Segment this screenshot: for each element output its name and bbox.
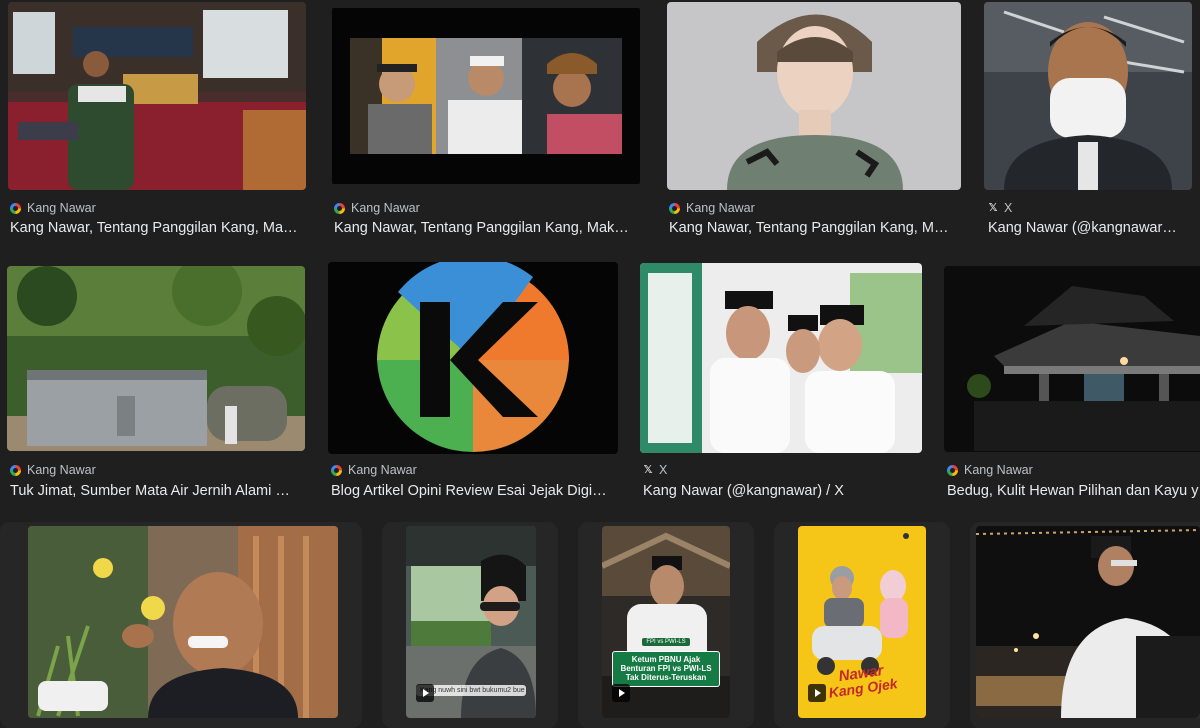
result-card-13[interactable] <box>970 522 1200 728</box>
result-card-7[interactable]: 𝕏 X Kang Nawar (@kangnawar) / X <box>636 260 928 510</box>
play-icon[interactable] <box>612 684 630 702</box>
result-card-3[interactable]: Kang Nawar Kang Nawar, Tentang Panggilan… <box>664 0 968 250</box>
result-image-3[interactable] <box>667 2 961 190</box>
result-title-3[interactable]: Kang Nawar, Tentang Panggilan Kang, M… <box>669 220 959 236</box>
result-image-9[interactable] <box>28 526 338 718</box>
result-image-12[interactable]: Nawar Kang Ojek <box>798 526 926 718</box>
result-source-5[interactable]: Kang Nawar <box>10 463 96 477</box>
result-title-8[interactable]: Bedug, Kulit Hewan Pilihan dan Kayu y <box>947 483 1200 499</box>
result-card-1[interactable]: Kang Nawar Kang Nawar, Tentang Panggilan… <box>0 0 310 250</box>
result-image-4[interactable] <box>984 2 1192 190</box>
result-title-5[interactable]: Tuk Jimat, Sumber Mata Air Jernih Alami … <box>10 483 306 499</box>
play-icon[interactable] <box>416 684 434 702</box>
result-image-7[interactable] <box>640 263 922 453</box>
play-icon[interactable] <box>808 684 826 702</box>
source-name: Kang Nawar <box>348 463 417 477</box>
result-card-9[interactable] <box>0 522 362 728</box>
result-source-4[interactable]: 𝕏 X <box>988 201 1013 215</box>
result-image-8[interactable] <box>944 266 1200 452</box>
google-icon <box>331 464 342 476</box>
google-icon <box>10 464 21 476</box>
source-name: X <box>1004 201 1013 215</box>
x-logo-icon: 𝕏 <box>988 201 998 214</box>
result-image-13[interactable] <box>976 526 1200 718</box>
result-card-10[interactable]: Kang nuwh sini bwt bukumu2 bue yt <box>382 522 558 728</box>
x-logo-icon: 𝕏 <box>643 463 653 476</box>
result-source-1[interactable]: Kang Nawar <box>10 201 96 215</box>
google-icon <box>947 464 958 476</box>
google-icon <box>669 202 680 214</box>
result-card-8[interactable]: Kang Nawar Bedug, Kulit Hewan Pilihan da… <box>940 260 1200 510</box>
result-title-2[interactable]: Kang Nawar, Tentang Panggilan Kang, Mak… <box>334 220 642 236</box>
google-icon <box>10 202 21 214</box>
news-overlay: FPI vs PWI-LS Ketum PBNU Ajak Benturan F… <box>612 630 720 687</box>
result-card-2[interactable]: Kang Nawar Kang Nawar, Tentang Panggilan… <box>326 0 646 250</box>
result-source-8[interactable]: Kang Nawar <box>947 463 1033 477</box>
result-image-6[interactable] <box>328 262 618 454</box>
result-card-11[interactable]: FPI vs PWI-LS Ketum PBNU Ajak Benturan F… <box>578 522 754 728</box>
result-source-6[interactable]: Kang Nawar <box>331 463 417 477</box>
source-name: Kang Nawar <box>964 463 1033 477</box>
result-title-7[interactable]: Kang Nawar (@kangnawar) / X <box>643 483 923 499</box>
result-card-6[interactable]: Kang Nawar Blog Artikel Opini Review Esa… <box>324 260 624 510</box>
result-image-1[interactable] <box>8 2 306 190</box>
result-card-12[interactable]: Nawar Kang Ojek <box>774 522 950 728</box>
result-card-5[interactable]: Kang Nawar Tuk Jimat, Sumber Mata Air Je… <box>0 260 312 510</box>
result-image-2[interactable] <box>332 8 640 184</box>
news-overlay-text: Ketum PBNU Ajak Benturan FPI vs PWI-LS T… <box>612 651 720 687</box>
result-title-1[interactable]: Kang Nawar, Tentang Panggilan Kang, Ma… <box>10 220 306 236</box>
google-icon <box>334 202 345 214</box>
result-title-4[interactable]: Kang Nawar (@kangnawar… <box>988 220 1193 236</box>
result-source-3[interactable]: Kang Nawar <box>669 201 755 215</box>
result-image-5[interactable] <box>7 266 305 451</box>
source-name: Kang Nawar <box>351 201 420 215</box>
source-name: Kang Nawar <box>27 201 96 215</box>
source-name: X <box>659 463 668 477</box>
result-source-2[interactable]: Kang Nawar <box>334 201 420 215</box>
result-title-6[interactable]: Blog Artikel Opini Review Esai Jejak Dig… <box>331 483 619 499</box>
result-image-11[interactable]: FPI vs PWI-LS Ketum PBNU Ajak Benturan F… <box>602 526 730 718</box>
source-name: Kang Nawar <box>27 463 96 477</box>
result-image-10[interactable]: Kang nuwh sini bwt bukumu2 bue yt <box>406 526 536 718</box>
news-overlay-tag: FPI vs PWI-LS <box>642 638 690 646</box>
result-card-4[interactable]: 𝕏 X Kang Nawar (@kangnawar… <box>980 0 1200 250</box>
result-source-7[interactable]: 𝕏 X <box>643 463 668 477</box>
source-name: Kang Nawar <box>686 201 755 215</box>
